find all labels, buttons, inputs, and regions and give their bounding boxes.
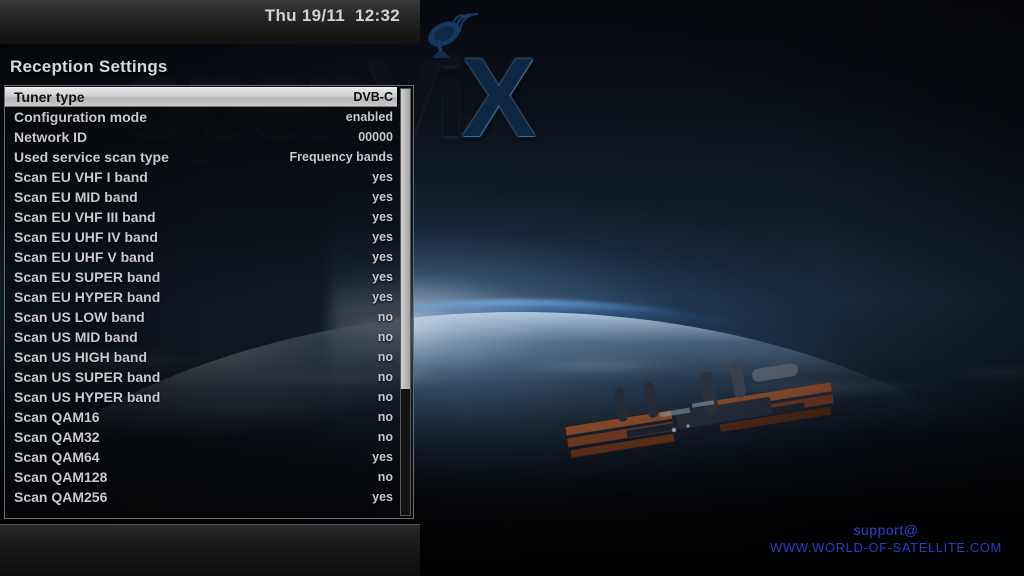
settings-row-label: Scan EU VHF I band: [14, 169, 148, 185]
scrollbar-thumb[interactable]: [401, 89, 410, 389]
settings-row[interactable]: Scan QAM256 yes: [5, 487, 397, 507]
settings-row-value: no: [377, 370, 393, 384]
settings-list-rows: Tuner type DVB-C Configuration mode enabled…: [5, 86, 397, 518]
settings-row-value: DVB-C: [353, 90, 393, 104]
settings-row[interactable]: Network ID 00000: [5, 127, 397, 147]
settings-row-value: 00000: [358, 130, 393, 144]
settings-row[interactable]: Scan EU MID band yes: [5, 187, 397, 207]
settings-row-label: Scan US HIGH band: [14, 349, 148, 365]
settings-row-label: Tuner type: [14, 89, 85, 105]
settings-row-value: yes: [372, 450, 393, 464]
settings-row-label: Scan US SUPER band: [14, 369, 161, 385]
settings-row[interactable]: Scan QAM128 no: [5, 467, 397, 487]
settings-row-label: Scan EU UHF IV band: [14, 229, 158, 245]
settings-row-label: Scan EU VHF III band: [14, 209, 156, 225]
settings-row-value: no: [377, 310, 393, 324]
settings-row[interactable]: Scan US LOW band no: [5, 307, 397, 327]
set-top-box-screen: openViX Thu 19/11 12:32 Reception Settin…: [0, 0, 1024, 576]
settings-row-label: Scan QAM256: [14, 489, 108, 505]
settings-row[interactable]: Scan US HIGH band no: [5, 347, 397, 367]
top-bar: Thu 19/11 12:32: [0, 0, 420, 44]
satellite-dish-icon: [424, 8, 480, 64]
color-button-bar: Close Save Configuration mode: [0, 524, 420, 576]
clock: Thu 19/11 12:32: [264, 6, 400, 25]
settings-row[interactable]: Scan QAM64 yes: [5, 447, 397, 467]
settings-row-value: yes: [372, 230, 393, 244]
settings-row[interactable]: Scan EU UHF V band yes: [5, 247, 397, 267]
settings-row[interactable]: Scan EU UHF IV band yes: [5, 227, 397, 247]
settings-row-label: Scan EU SUPER band: [14, 269, 161, 285]
settings-row[interactable]: Scan US SUPER band no: [5, 367, 397, 387]
settings-row[interactable]: Scan EU HYPER band yes: [5, 287, 397, 307]
settings-row-label: Scan EU UHF V band: [14, 249, 155, 265]
settings-row[interactable]: Scan QAM16 no: [5, 407, 397, 427]
support-line-2: WWW.WORLD-OF-SATELLITE.COM: [769, 539, 1002, 555]
settings-row-value: yes: [372, 490, 393, 504]
settings-row-value: Frequency bands: [289, 150, 394, 164]
settings-row-value: no: [377, 390, 393, 404]
settings-row[interactable]: Used service scan type Frequency bands: [5, 147, 397, 167]
settings-row-value: no: [377, 330, 393, 344]
settings-row-label: Scan EU MID band: [14, 189, 138, 205]
settings-row-value: yes: [372, 210, 393, 224]
scrollbar-track[interactable]: [400, 88, 411, 516]
settings-row-label: Scan US HYPER band: [14, 389, 161, 405]
settings-row-label: Used service scan type: [14, 149, 169, 165]
settings-row[interactable]: Scan EU VHF III band yes: [5, 207, 397, 227]
settings-row[interactable]: Scan EU SUPER band yes: [5, 267, 397, 287]
settings-row-value: no: [377, 430, 393, 444]
settings-row-value: yes: [372, 250, 393, 264]
support-line-1: support@: [853, 522, 919, 538]
settings-row-label: Scan EU HYPER band: [14, 289, 161, 305]
settings-row-value: no: [377, 470, 393, 484]
settings-row-value: yes: [372, 190, 393, 204]
settings-row[interactable]: Tuner type DVB-C: [5, 87, 397, 107]
settings-row[interactable]: Scan US MID band no: [5, 327, 397, 347]
settings-row-label: Network ID: [14, 129, 88, 145]
settings-row-label: Scan QAM32: [14, 429, 100, 445]
settings-row-label: Scan US LOW band: [14, 309, 145, 325]
settings-row-value: no: [377, 410, 393, 424]
settings-row-value: enabled: [345, 110, 393, 124]
settings-row-label: Scan QAM16: [14, 409, 100, 425]
settings-row[interactable]: Scan EU VHF I band yes: [5, 167, 397, 187]
settings-row[interactable]: Scan US HYPER band no: [5, 387, 397, 407]
settings-row-label: Scan US MID band: [14, 329, 138, 345]
settings-row-label: Configuration mode: [14, 109, 147, 125]
settings-row-value: no: [377, 350, 393, 364]
settings-row[interactable]: Scan QAM32 no: [5, 427, 397, 447]
settings-row-value: yes: [372, 290, 393, 304]
settings-row[interactable]: Configuration mode enabled: [5, 107, 397, 127]
settings-row-label: Scan QAM128: [14, 469, 108, 485]
settings-row-value: yes: [372, 270, 393, 284]
settings-row-value: yes: [372, 170, 393, 184]
settings-list[interactable]: Tuner type DVB-C Configuration mode enabled…: [4, 85, 414, 519]
support-watermark: support@ WWW.WORLD-OF-SATELLITE.COM: [770, 522, 1002, 556]
page-title: Reception Settings: [10, 57, 168, 76]
settings-row-label: Scan QAM64: [14, 449, 100, 465]
